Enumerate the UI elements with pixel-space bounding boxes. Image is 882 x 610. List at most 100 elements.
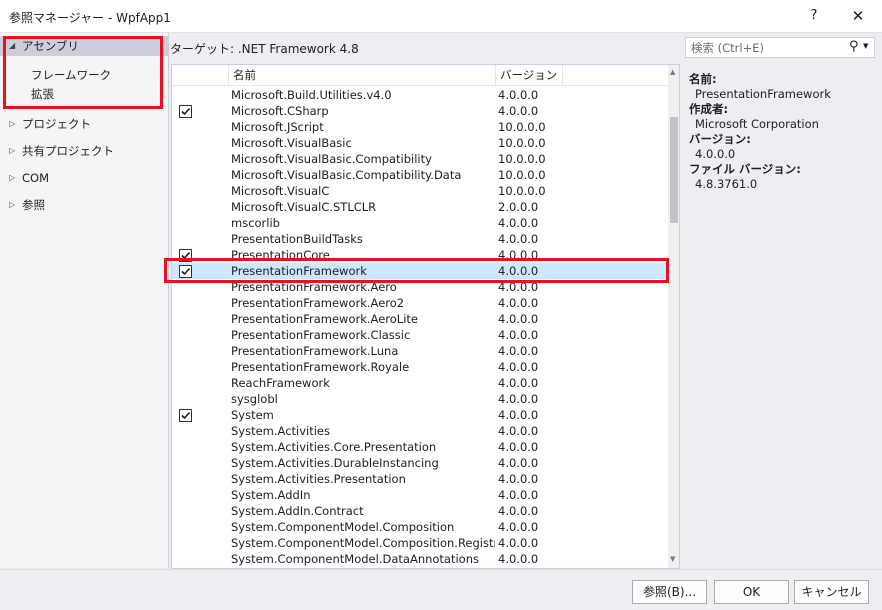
list-header: 名前 バージョン (172, 65, 669, 86)
row-version: 4.0.0.0 (498, 216, 539, 230)
row-name: PresentationFramework.Classic (231, 328, 411, 342)
table-row[interactable]: PresentationFramework.Classic 4.0.0.0 (172, 327, 669, 343)
details-panel: 名前: PresentationFramework 作成者: Microsoft… (689, 72, 874, 192)
row-version: 10.0.0.0 (498, 120, 546, 134)
row-name: sysglobl (231, 392, 278, 406)
table-row[interactable]: Microsoft.VisualBasic.Compatibility 10.0.… (172, 151, 669, 167)
row-name: System.Activities.Core.Presentation (231, 440, 437, 454)
table-row[interactable]: PresentationFramework 4.0.0.0 (172, 263, 669, 279)
table-row[interactable]: PresentationFramework.Royale 4.0.0.0 (172, 359, 669, 375)
row-name: System (231, 408, 274, 422)
table-row[interactable]: System.Activities.DurableInstancing 4.0.0… (172, 455, 669, 471)
table-row[interactable]: sysglobl 4.0.0.0 (172, 391, 669, 407)
row-version: 4.0.0.0 (498, 552, 539, 566)
help-button[interactable]: ? (803, 5, 825, 27)
footer-bar: 参照(B)... OK キャンセル (0, 569, 882, 610)
details-version-label: バージョン: (689, 132, 751, 146)
table-row[interactable]: Microsoft.VisualBasic.Compatibility.Data… (172, 167, 669, 183)
checkbox-checked[interactable] (179, 249, 192, 262)
window-title: 参照マネージャー - WpfApp1 (9, 11, 171, 25)
nav-item-label: アセンブリ (22, 39, 79, 53)
table-row[interactable]: System 4.0.0.0 (172, 407, 669, 423)
table-row[interactable]: Microsoft.JScript 10.0.0.0 (172, 119, 669, 135)
search-icon[interactable]: ⚲ (849, 39, 859, 54)
row-version: 2.0.0.0 (498, 200, 539, 214)
row-version: 4.0.0.0 (498, 456, 539, 470)
nav-item-browse[interactable]: ▷ 参照 (0, 195, 169, 215)
row-version: 4.0.0.0 (498, 312, 539, 326)
title-bar: 参照マネージャー - WpfApp1 ? ✕ (0, 0, 882, 33)
column-header-version[interactable]: バージョン (495, 65, 563, 86)
table-row[interactable]: PresentationFramework.Aero 4.0.0.0 (172, 279, 669, 295)
row-name: Microsoft.VisualC.STLCLR (231, 200, 377, 214)
table-row[interactable]: System.Activities.Presentation 4.0.0.0 (172, 471, 669, 487)
row-version: 4.0.0.0 (498, 376, 539, 390)
checkbox-checked[interactable] (179, 265, 192, 278)
table-row[interactable]: PresentationFramework.AeroLite 4.0.0.0 (172, 311, 669, 327)
row-name: System.Activities (231, 424, 331, 438)
row-name: PresentationFramework.Luna (231, 344, 399, 358)
nav-subitem-extensions[interactable]: 拡張 (31, 85, 54, 103)
table-row[interactable]: PresentationFramework.Aero2 4.0.0.0 (172, 295, 669, 311)
row-name: PresentationBuildTasks (231, 232, 363, 246)
row-name: Microsoft.VisualBasic.Compatibility (231, 152, 432, 166)
nav-item-assemblies[interactable]: ◢ アセンブリ (0, 36, 169, 56)
nav-subitem-framework[interactable]: フレームワーク (31, 66, 111, 84)
row-name: PresentationFramework.Aero (231, 280, 397, 294)
table-row[interactable]: System.ComponentModel.Composition.Regist… (172, 535, 669, 551)
table-row[interactable]: System.ComponentModel.DataAnnotations 4.0… (172, 551, 669, 567)
table-row[interactable]: Microsoft.Build.Utilities.v4.0 4.0.0.0 (172, 87, 669, 103)
row-version: 4.0.0.0 (498, 424, 539, 438)
row-name: System.AddIn.Contract (231, 504, 364, 518)
scroll-thumb[interactable] (670, 117, 678, 223)
table-row[interactable]: Microsoft.VisualC 10.0.0.0 (172, 183, 669, 199)
table-row[interactable]: Microsoft.VisualC.STLCLR 2.0.0.0 (172, 199, 669, 215)
table-row[interactable]: System.ComponentModel.Composition 4.0.0.0 (172, 519, 669, 535)
row-name: Microsoft.JScript (231, 120, 324, 134)
table-row[interactable]: ReachFramework 4.0.0.0 (172, 375, 669, 391)
row-version: 4.0.0.0 (498, 232, 539, 246)
row-version: 4.0.0.0 (498, 88, 539, 102)
nav-item-shared-projects[interactable]: ▷ 共有プロジェクト (0, 141, 169, 161)
table-row[interactable]: PresentationFramework.Luna 4.0.0.0 (172, 343, 669, 359)
table-row[interactable]: System.Activities 4.0.0.0 (172, 423, 669, 439)
checkbox-checked[interactable] (179, 409, 192, 422)
close-button[interactable]: ✕ (845, 5, 871, 27)
row-name: PresentationFramework.AeroLite (231, 312, 418, 326)
row-name: mscorlib (231, 216, 280, 230)
column-header-name[interactable]: 名前 (228, 65, 495, 86)
nav-item-projects[interactable]: ▷ プロジェクト (0, 114, 169, 134)
table-row[interactable]: System.Activities.Core.Presentation 4.0.0… (172, 439, 669, 455)
cancel-button[interactable]: キャンセル (794, 580, 869, 604)
details-author-label: 作成者: (689, 102, 729, 116)
table-row[interactable]: System.AddIn.Contract 4.0.0.0 (172, 503, 669, 519)
browse-button[interactable]: 参照(B)... (632, 580, 707, 604)
chevron-down-icon[interactable]: ▼ (863, 42, 868, 50)
nav-item-com[interactable]: ▷ COM (0, 168, 169, 188)
row-version: 4.0.0.0 (498, 360, 539, 374)
row-name: Microsoft.VisualBasic.Compatibility.Data (231, 168, 462, 182)
left-nav-panel: ◢ アセンブリ フレームワーク 拡張 ▷ プロジェクト ▷ 共有プロジェクト ▷… (0, 33, 169, 568)
nav-item-label: COM (22, 171, 50, 185)
vertical-scrollbar[interactable]: ▲ ▼ (668, 65, 679, 568)
collapsed-arrow-icon: ▷ (9, 173, 16, 182)
table-row[interactable]: mscorlib 4.0.0.0 (172, 215, 669, 231)
table-row[interactable]: Microsoft.VisualBasic 10.0.0.0 (172, 135, 669, 151)
row-version: 10.0.0.0 (498, 184, 546, 198)
scroll-up-icon[interactable]: ▲ (670, 68, 675, 76)
table-row[interactable]: System.AddIn 4.0.0.0 (172, 487, 669, 503)
row-version: 4.0.0.0 (498, 328, 539, 342)
ok-button[interactable]: OK (714, 580, 789, 604)
search-input[interactable]: 検索 (Ctrl+E) ⚲ ▼ (685, 37, 875, 58)
table-row[interactable]: PresentationBuildTasks 4.0.0.0 (172, 231, 669, 247)
row-name: System.Activities.Presentation (231, 472, 406, 486)
table-row[interactable]: PresentationCore 4.0.0.0 (172, 247, 669, 263)
table-row[interactable]: Microsoft.CSharp 4.0.0.0 (172, 103, 669, 119)
scroll-down-icon[interactable]: ▼ (670, 555, 675, 563)
row-name: ReachFramework (231, 376, 330, 390)
checkbox-checked[interactable] (179, 105, 192, 118)
row-name: PresentationFramework (231, 264, 367, 278)
row-name: System.AddIn (231, 488, 311, 502)
row-version: 4.0.0.0 (498, 472, 539, 486)
row-name: System.ComponentModel.Composition.Regist… (231, 536, 495, 550)
